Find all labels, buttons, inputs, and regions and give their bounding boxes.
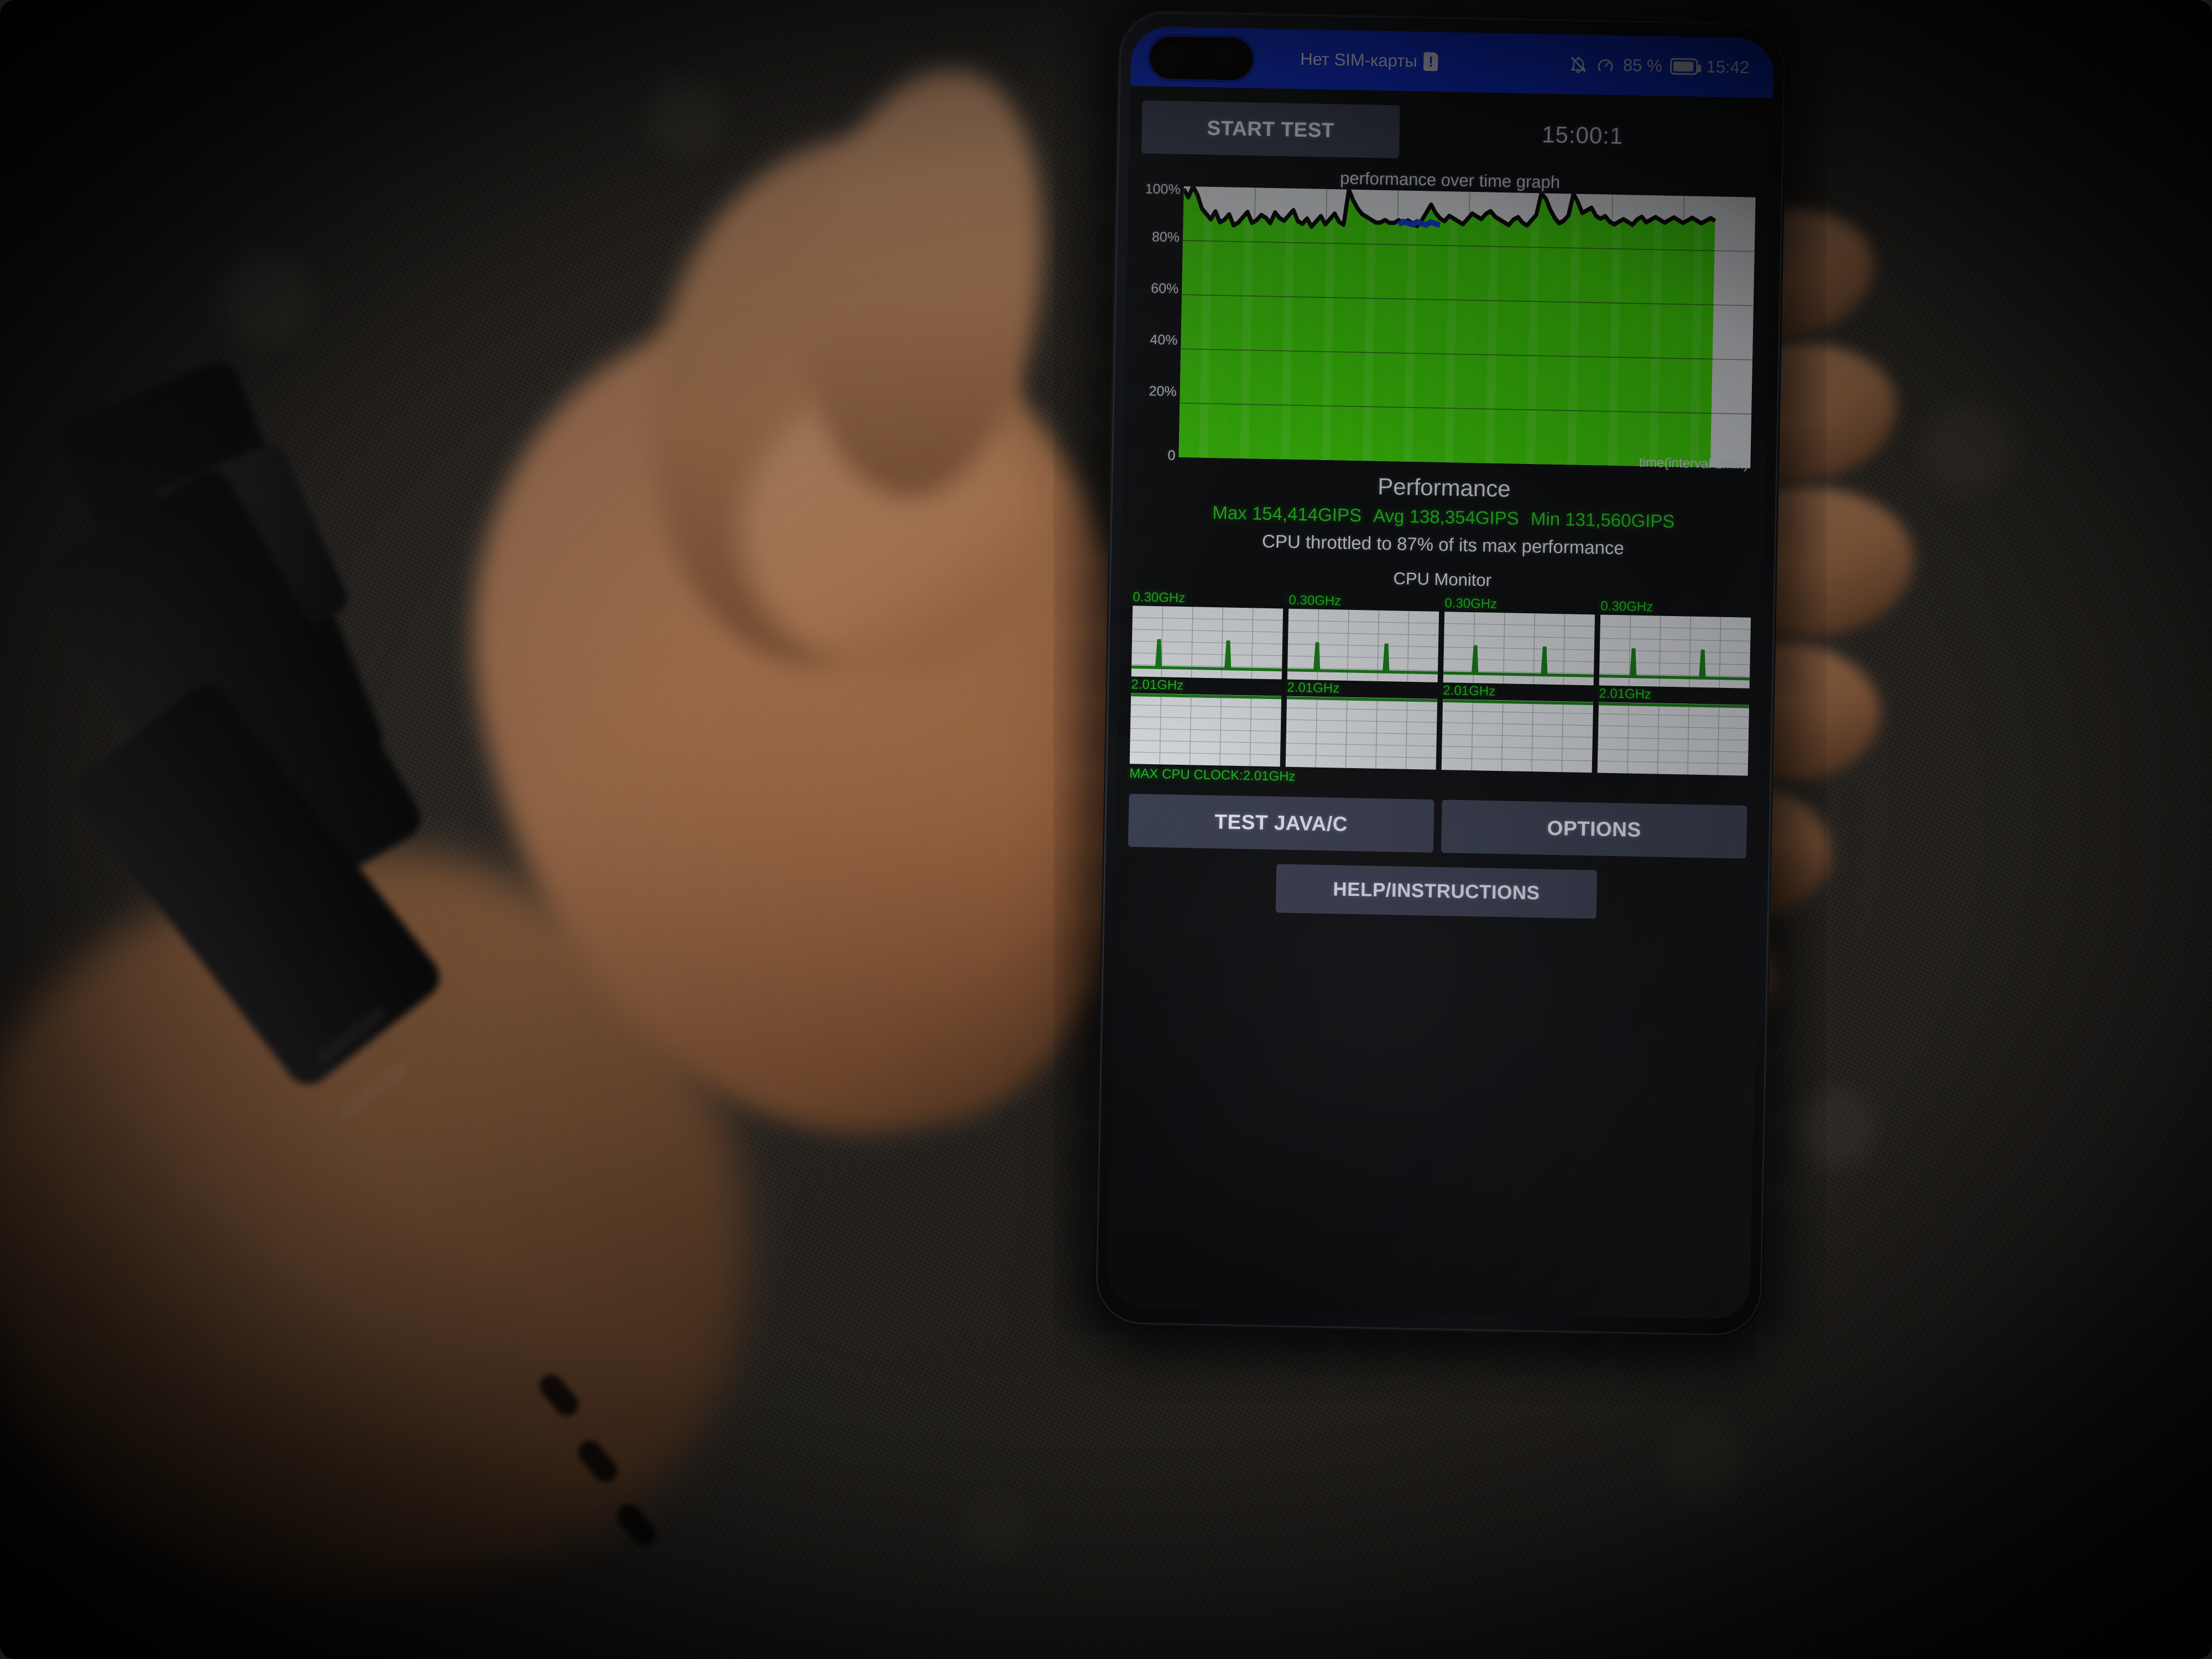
photo-scene: Нет SIM-карты 85 %	[0, 0, 2212, 1659]
background-vignette	[0, 0, 2212, 1659]
